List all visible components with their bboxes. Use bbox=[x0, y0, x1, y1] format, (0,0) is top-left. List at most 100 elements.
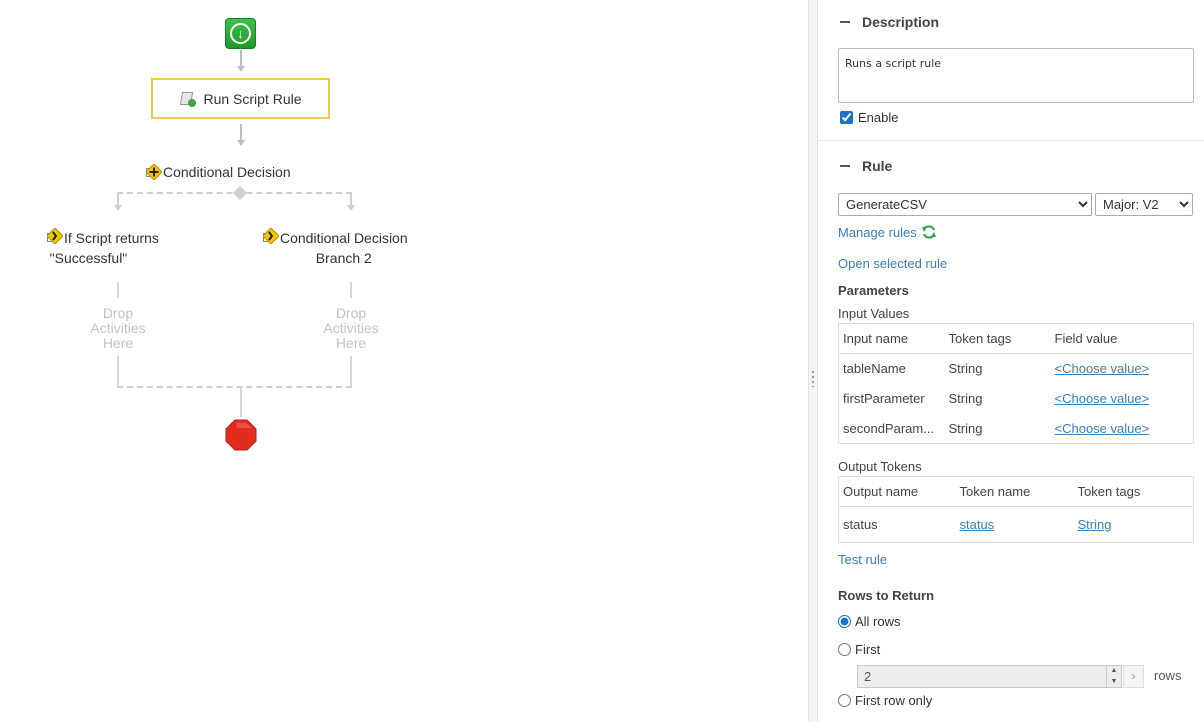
stepper-arrows[interactable]: ▲ ▼ bbox=[1106, 666, 1121, 687]
enable-checkbox[interactable] bbox=[840, 111, 853, 124]
first-count-stepper[interactable]: 2 ▲ ▼ bbox=[857, 665, 1122, 688]
first-option[interactable]: First bbox=[838, 642, 880, 657]
manage-rules-link[interactable]: Manage rules bbox=[838, 224, 937, 240]
column-header: Output name bbox=[838, 476, 956, 507]
test-rule-link[interactable]: Test rule bbox=[838, 552, 887, 567]
column-header: Input name bbox=[838, 323, 945, 354]
parameters-label: Parameters bbox=[838, 283, 909, 298]
all-rows-radio[interactable] bbox=[838, 615, 851, 628]
table-row: secondParam... String <Choose value> bbox=[839, 414, 1194, 444]
stop-octagon-icon bbox=[225, 419, 257, 451]
input-name-cell: firstParameter bbox=[843, 391, 925, 406]
table-header-row: Input name Token tags Field value bbox=[838, 323, 1194, 354]
token-name-link[interactable]: status bbox=[960, 517, 995, 532]
connector bbox=[350, 356, 352, 386]
drop-text-line: Drop bbox=[335, 305, 367, 321]
drop-text-line: Activities bbox=[323, 320, 379, 336]
branch-1-label: If Script returns "Successful" bbox=[50, 228, 159, 268]
connector-arrow bbox=[114, 205, 122, 211]
first-row-only-option[interactable]: First row only bbox=[838, 693, 932, 708]
column-header: Token tags bbox=[1073, 476, 1194, 507]
drop-text-line: Here bbox=[335, 335, 367, 351]
open-selected-rule-link[interactable]: Open selected rule bbox=[838, 256, 947, 271]
token-tags-cell: String bbox=[1074, 507, 1194, 543]
branch-1-header[interactable]: If Script returns "Successful" bbox=[47, 228, 159, 268]
stepper-down-icon[interactable]: ▼ bbox=[1107, 677, 1121, 688]
divider bbox=[818, 140, 1204, 141]
table-row: firstParameter String <Choose value> bbox=[839, 384, 1194, 414]
all-rows-option[interactable]: All rows bbox=[838, 614, 901, 629]
drop-zone-1[interactable]: Drop Activities Here bbox=[78, 306, 158, 351]
first-row-only-radio[interactable] bbox=[838, 694, 851, 707]
splitter-grip-icon[interactable] bbox=[812, 371, 814, 387]
rule-title: Rule bbox=[862, 158, 893, 174]
enable-label: Enable bbox=[858, 110, 899, 125]
rule-section-header[interactable]: Rule bbox=[840, 158, 892, 174]
split-line bbox=[350, 193, 352, 205]
choose-value-link[interactable]: <Choose value> bbox=[1055, 391, 1150, 406]
connector-arrow bbox=[237, 140, 245, 146]
branch-1-label-line1: If Script returns bbox=[64, 230, 159, 246]
first-radio[interactable] bbox=[838, 643, 851, 656]
merge-line bbox=[117, 386, 352, 388]
output-tokens-label: Output Tokens bbox=[838, 459, 922, 474]
start-node[interactable]: ↓ bbox=[225, 18, 256, 49]
choose-value-link[interactable]: <Choose value> bbox=[1055, 361, 1150, 376]
first-row-only-label: First row only bbox=[855, 693, 933, 708]
branch-1-label-line2: "Successful" bbox=[49, 250, 128, 266]
branch-2-header[interactable]: Conditional Decision Branch 2 bbox=[263, 228, 408, 268]
branch-2-label-line2: Branch 2 bbox=[315, 250, 372, 266]
drop-zone-2[interactable]: Drop Activities Here bbox=[311, 306, 391, 351]
field-value-cell: <Choose value> bbox=[1051, 414, 1194, 444]
description-title: Description bbox=[862, 14, 940, 30]
decision-icon bbox=[146, 164, 162, 180]
token-tags-cell: String bbox=[948, 361, 983, 377]
drop-text-line: Activities bbox=[90, 320, 146, 336]
description-section-header[interactable]: Description bbox=[840, 14, 939, 30]
stepper-up-icon[interactable]: ▲ bbox=[1107, 666, 1121, 677]
input-name-cell: tableName bbox=[843, 361, 906, 377]
collapse-dash-icon[interactable] bbox=[840, 21, 850, 23]
drop-text-line: Drop bbox=[102, 305, 134, 321]
drop-text-line: Here bbox=[102, 335, 134, 351]
branch-2-label-line1: Conditional Decision bbox=[280, 230, 408, 246]
panel-splitter[interactable] bbox=[808, 0, 818, 722]
split-line bbox=[117, 193, 119, 205]
branch-icon bbox=[47, 228, 63, 244]
all-rows-label: All rows bbox=[855, 614, 901, 629]
token-name-cell: status bbox=[956, 507, 1074, 543]
token-tags-link[interactable]: String bbox=[1078, 517, 1112, 532]
field-value-cell: <Choose value> bbox=[1051, 354, 1194, 384]
token-tags-cell: String bbox=[948, 420, 983, 436]
enable-row[interactable]: Enable bbox=[840, 110, 898, 125]
choose-value-link[interactable]: <Choose value> bbox=[1055, 421, 1150, 436]
version-select[interactable]: Major: V2 bbox=[1095, 193, 1193, 216]
output-name-cell: status bbox=[843, 517, 878, 532]
token-tags-cell: String bbox=[948, 391, 983, 406]
conditional-decision-header[interactable]: Conditional Decision bbox=[146, 164, 291, 180]
column-header: Field value bbox=[1050, 323, 1194, 354]
connector bbox=[117, 282, 119, 298]
collapse-dash-icon[interactable] bbox=[840, 165, 850, 167]
decision-label: Conditional Decision bbox=[163, 164, 291, 180]
field-value-cell: <Choose value> bbox=[1051, 384, 1194, 414]
rows-to-return-label: Rows to Return bbox=[838, 588, 935, 603]
run-script-rule-activity[interactable]: Run Script Rule bbox=[151, 78, 330, 119]
branch-2-label: Conditional Decision Branch 2 bbox=[280, 228, 408, 268]
connector-arrow bbox=[347, 205, 355, 211]
stop-node[interactable] bbox=[225, 419, 257, 451]
description-textarea[interactable]: Runs a script rule bbox=[838, 48, 1194, 103]
download-arrow-icon: ↓ bbox=[230, 23, 251, 44]
rule-select[interactable]: GenerateCSV bbox=[838, 193, 1092, 216]
split-node bbox=[232, 185, 248, 201]
activity-label: Run Script Rule bbox=[203, 90, 302, 107]
refresh-icon[interactable] bbox=[921, 224, 937, 240]
connector-arrow bbox=[237, 66, 245, 72]
chevron-right-icon[interactable]: › bbox=[1123, 665, 1144, 688]
first-count-value[interactable]: 2 bbox=[858, 666, 1106, 687]
rows-unit-label: rows bbox=[1154, 668, 1182, 683]
workflow-canvas[interactable]: ↓ Run Script Rule Conditional Decision I… bbox=[0, 0, 808, 722]
properties-panel: Description Runs a script rule Enable Ru… bbox=[818, 0, 1204, 722]
manage-rules-label: Manage rules bbox=[838, 224, 917, 240]
input-values-table: Input name Token tags Field value tableN… bbox=[838, 323, 1194, 444]
